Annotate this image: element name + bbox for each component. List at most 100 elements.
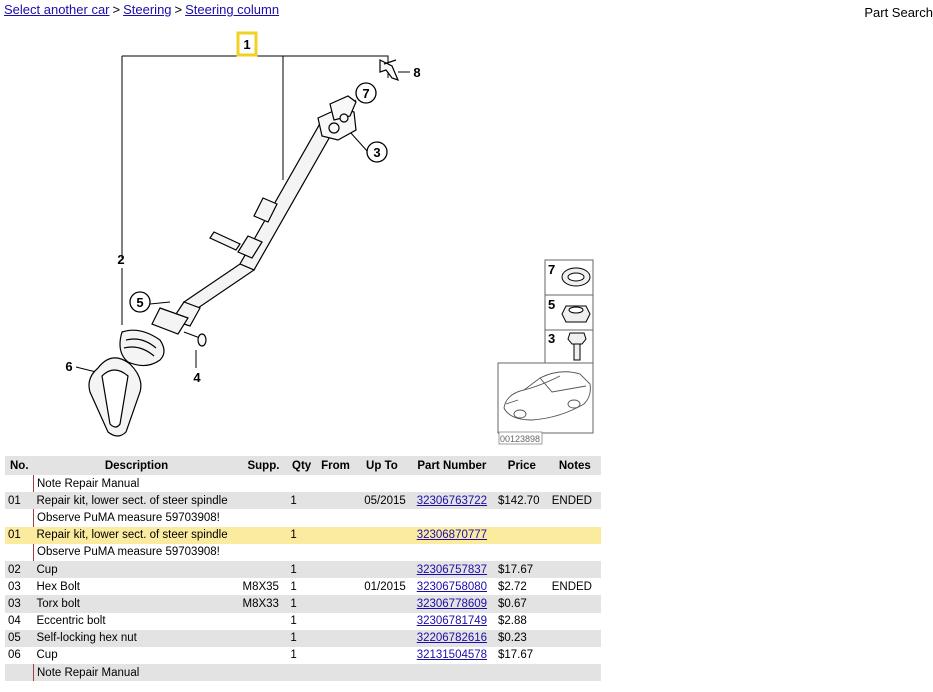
cell-upto (355, 509, 409, 527)
cell-no: 02 (5, 560, 34, 579)
thumb-label-3: 3 (548, 331, 555, 346)
cell-notes (548, 509, 601, 527)
cell-part-number (408, 664, 495, 682)
table-row: 06 Cup 1 32131504578 $17.67 (5, 646, 601, 665)
callout-4-label: 4 (193, 370, 201, 385)
cell-description: Cup (33, 560, 240, 579)
cell-description: Repair kit, lower sect. of steer spindle (33, 526, 240, 544)
col-header-from: From (315, 456, 356, 475)
breadcrumb-steering-link[interactable]: Steering (123, 2, 171, 17)
breadcrumb-separator: > (112, 2, 121, 17)
cell-qty (287, 509, 316, 527)
note-row: Note Repair Manual (5, 475, 601, 493)
cell-supp (239, 646, 288, 665)
cell-upto: 01/2015 (355, 578, 409, 596)
cell-from (315, 612, 356, 630)
cell-price (495, 526, 549, 544)
cell-upto (355, 646, 409, 665)
cell-no: 03 (5, 595, 34, 613)
cell-supp (239, 492, 288, 510)
part-number-link[interactable]: 32306781749 (417, 615, 487, 627)
leader-line-3 (349, 131, 369, 153)
cell-description: Cup (33, 646, 240, 665)
thumb-label-7: 7 (548, 262, 555, 277)
cell-notes (548, 664, 601, 682)
cup-part-6 (88, 329, 165, 437)
cell-supp (239, 629, 288, 647)
cell-part-number: 32131504578 (408, 646, 495, 665)
cell-from (315, 543, 356, 561)
cell-notes: ENDED (548, 492, 601, 510)
col-header-upto: Up To (355, 456, 409, 475)
col-header-no: No. (5, 456, 34, 475)
cell-from (315, 509, 356, 527)
cell-price (495, 664, 549, 682)
col-header-notes: Notes (548, 456, 601, 475)
cell-supp: M8X33 (239, 595, 288, 613)
part-number-link[interactable]: 32206782616 (417, 632, 487, 644)
cell-upto (355, 612, 409, 630)
cell-no (5, 475, 34, 493)
cell-no (5, 664, 34, 682)
cell-description: Hex Bolt (33, 578, 240, 596)
part-number-link[interactable]: 32306763722 (417, 495, 487, 507)
cell-supp (239, 543, 288, 561)
cell-description: Observe PuMA measure 59703908! (33, 543, 240, 561)
breadcrumb-select-car-link[interactable]: Select another car (4, 2, 110, 17)
cell-no: 03 (5, 578, 34, 596)
cell-upto (355, 560, 409, 579)
cell-notes (548, 526, 601, 544)
cell-supp (239, 664, 288, 682)
breadcrumb-steering-column-link[interactable]: Steering column (185, 2, 279, 17)
part-number-link[interactable]: 32306778609 (417, 598, 487, 610)
col-header-part-number: Part Number (408, 456, 495, 475)
part-number-link[interactable]: 32306758080 (417, 581, 487, 593)
cell-price: $0.23 (495, 629, 549, 647)
cell-from (315, 595, 356, 613)
part-number-link[interactable]: 32131504578 (417, 649, 487, 661)
cell-no: 01 (5, 526, 34, 544)
image-id-label: 00123898 (500, 434, 540, 444)
cell-supp (239, 475, 288, 493)
cell-from (315, 578, 356, 596)
cell-price: $0.67 (495, 595, 549, 613)
callout-3-label: 3 (373, 145, 380, 160)
cell-no: 01 (5, 492, 34, 510)
parts-diagram: 1 2 8 4 6 7 3 5 7 5 3 00123898 (65, 31, 594, 445)
cell-price: $2.88 (495, 612, 549, 630)
table-row: 04 Eccentric bolt 1 32306781749 $2.88 (5, 612, 601, 630)
cell-notes (548, 646, 601, 665)
cell-description: Note Repair Manual (33, 664, 240, 682)
cell-part-number: 32306763722 (408, 492, 495, 510)
cell-part-number (408, 509, 495, 527)
cell-from (315, 475, 356, 493)
cell-qty: 1 (287, 578, 316, 596)
steering-shaft (151, 119, 337, 335)
part-number-link[interactable]: 32306757837 (417, 564, 487, 576)
cell-from (315, 629, 356, 647)
cell-supp: M8X35 (239, 578, 288, 596)
cell-qty: 1 (287, 646, 316, 665)
table-row: 02 Cup 1 32306757837 $17.67 (5, 560, 601, 579)
cell-no (5, 509, 34, 527)
cell-notes (548, 595, 601, 613)
table-row: 03 Torx bolt M8X33 1 32306778609 $0.67 (5, 595, 601, 613)
parts-table: No. Description Supp. Qty From Up To Par… (5, 456, 601, 682)
cell-no: 05 (5, 629, 34, 647)
part-search-link[interactable]: Part Search (864, 5, 933, 20)
note-row: Note Repair Manual (5, 664, 601, 682)
cell-upto (355, 543, 409, 561)
cell-from (315, 560, 356, 579)
cell-notes (548, 475, 601, 493)
cell-description: Self-locking hex nut (33, 629, 240, 647)
cell-part-number: 32306757837 (408, 560, 495, 579)
cell-qty: 1 (287, 595, 316, 613)
callout-5-label: 5 (136, 295, 143, 310)
cell-notes: ENDED (548, 578, 601, 596)
cell-qty: 1 (287, 629, 316, 647)
cell-qty (287, 664, 316, 682)
cell-qty: 1 (287, 526, 316, 544)
part-number-link[interactable]: 32306870777 (417, 529, 487, 541)
col-header-qty: Qty (287, 456, 316, 475)
col-header-description: Description (33, 456, 240, 475)
